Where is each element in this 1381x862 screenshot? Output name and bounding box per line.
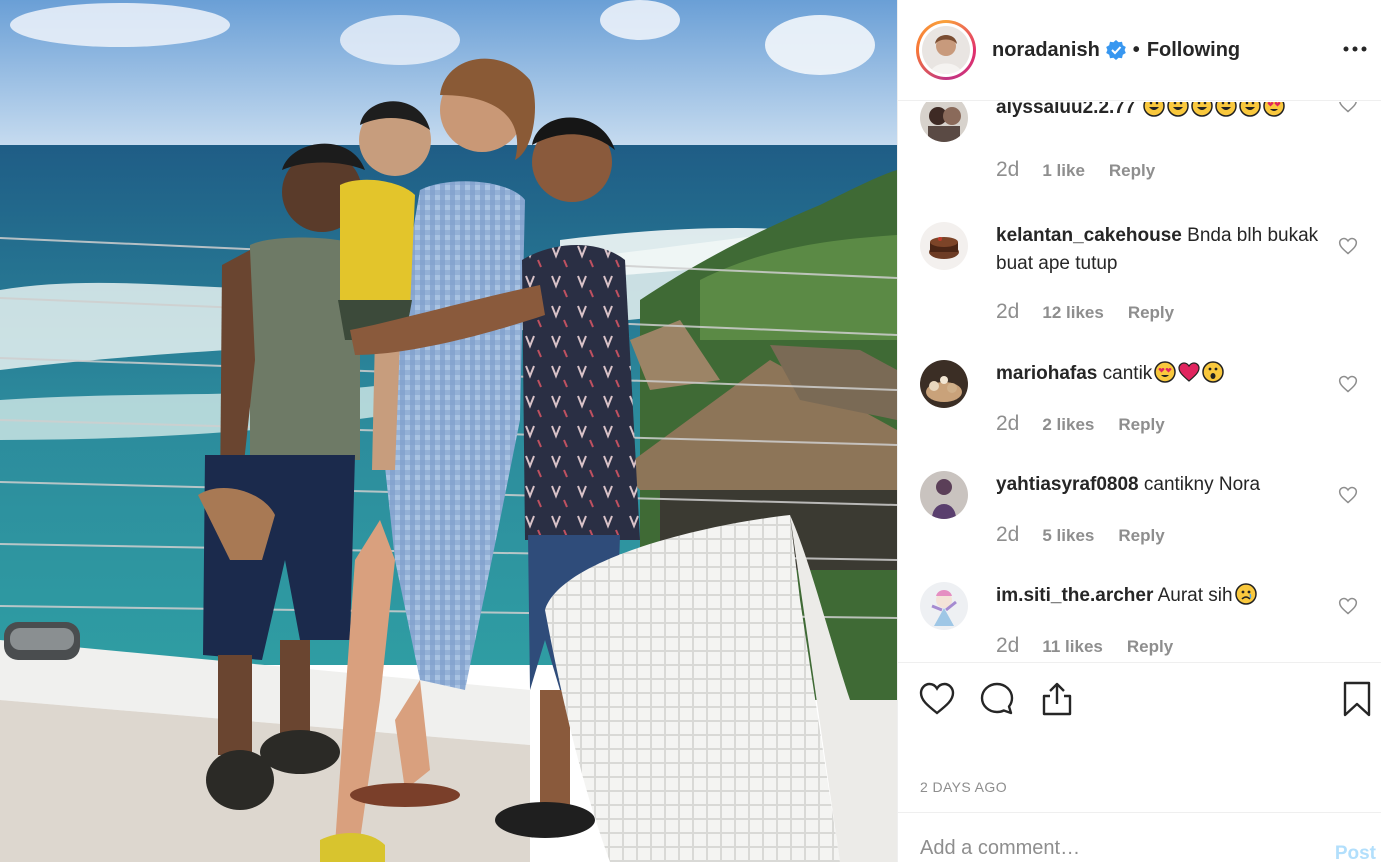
author-username[interactable]: noradanish [992, 39, 1100, 62]
grin-emoji-icon [1166, 102, 1189, 117]
reply-button[interactable]: Reply [1128, 303, 1174, 323]
grin-emoji-icon [1214, 102, 1237, 117]
like-comment-heart-icon[interactable] [1338, 485, 1358, 505]
commenter-avatar[interactable] [920, 360, 968, 408]
post-photo[interactable] [0, 0, 897, 862]
comment-time[interactable]: 2d [996, 634, 1019, 658]
grin-emoji-icon [1238, 102, 1261, 117]
commenter-avatar[interactable] [920, 471, 968, 519]
grin-emoji-icon [1142, 102, 1165, 117]
reply-button[interactable]: Reply [1109, 161, 1155, 181]
comment-username[interactable]: alyssaluu2.2.77 [996, 102, 1135, 118]
comment-emojis [1141, 102, 1285, 118]
comment-text: Aurat sih [1157, 585, 1233, 606]
comment-time[interactable]: 2d [996, 300, 1019, 324]
comment-likes[interactable]: 2 likes [1042, 415, 1094, 435]
reply-button[interactable]: Reply [1118, 526, 1164, 546]
like-comment-heart-icon[interactable] [1338, 374, 1358, 394]
comment-likes[interactable]: 12 likes [1042, 303, 1103, 323]
comment-time[interactable]: 2d [996, 523, 1019, 547]
post-header: noradanish • Following [898, 0, 1381, 101]
story-ring[interactable] [916, 20, 976, 80]
grin-emoji-icon [1190, 102, 1213, 117]
reply-button[interactable]: Reply [1118, 415, 1164, 435]
sad-emoji-icon [1234, 583, 1257, 605]
surprised-emoji-icon [1202, 361, 1225, 383]
header-separator: • [1132, 38, 1140, 61]
commenter-avatar[interactable] [920, 582, 968, 630]
like-comment-heart-icon[interactable] [1338, 596, 1358, 616]
bookmark-icon[interactable] [1338, 680, 1376, 718]
following-button[interactable]: Following [1147, 39, 1240, 62]
comment-username[interactable]: kelantan_cakehouse [996, 225, 1182, 246]
post-side-panel: noradanish • Following alyssaluu2.2.77 2… [897, 0, 1381, 862]
comment-likes[interactable]: 1 like [1042, 161, 1085, 181]
comment-username[interactable]: mariohafas [996, 363, 1097, 384]
heart-eyes-emoji-icon [1154, 361, 1177, 383]
post-timestamp[interactable]: 2 DAYS AGO [920, 779, 1007, 795]
add-comment-bar: Post [898, 812, 1381, 862]
reply-button[interactable]: Reply [1127, 637, 1173, 657]
like-heart-icon[interactable] [918, 680, 956, 718]
commenter-avatar[interactable] [920, 102, 968, 142]
comment-likes[interactable]: 5 likes [1042, 526, 1094, 546]
comment-emojis [1233, 583, 1257, 606]
like-comment-heart-icon[interactable] [1338, 236, 1358, 256]
author-avatar[interactable] [922, 26, 970, 74]
comment-time[interactable]: 2d [996, 158, 1019, 182]
comments-list[interactable]: alyssaluu2.2.77 2d 1 like Reply kelantan… [898, 102, 1381, 662]
commenter-avatar[interactable] [920, 222, 968, 270]
comment-username[interactable]: yahtiasyraf0808 [996, 474, 1139, 495]
like-comment-heart-icon[interactable] [1338, 102, 1358, 114]
comment-emojis [1152, 361, 1225, 384]
comment-bubble-icon[interactable] [978, 680, 1016, 718]
comment-text: cantikny Nora [1143, 474, 1261, 495]
more-options-icon[interactable] [1342, 38, 1368, 60]
post-comment-button[interactable]: Post [1335, 843, 1376, 862]
add-comment-input[interactable] [920, 837, 1300, 860]
comment-username[interactable]: im.siti_the.archer [996, 585, 1153, 606]
red-heart-emoji-icon [1178, 362, 1200, 382]
family-photo-illustration [0, 0, 897, 862]
comment-text: cantik [1102, 363, 1153, 384]
verified-badge-icon [1105, 40, 1126, 60]
comment-likes[interactable]: 11 likes [1042, 637, 1103, 657]
post-actions-bar: 2 DAYS AGO [898, 662, 1381, 812]
instagram-post: noradanish • Following alyssaluu2.2.77 2… [0, 0, 1381, 862]
comment-time[interactable]: 2d [996, 412, 1019, 436]
share-icon[interactable] [1038, 680, 1076, 718]
heart-eyes-emoji-icon [1262, 102, 1285, 117]
